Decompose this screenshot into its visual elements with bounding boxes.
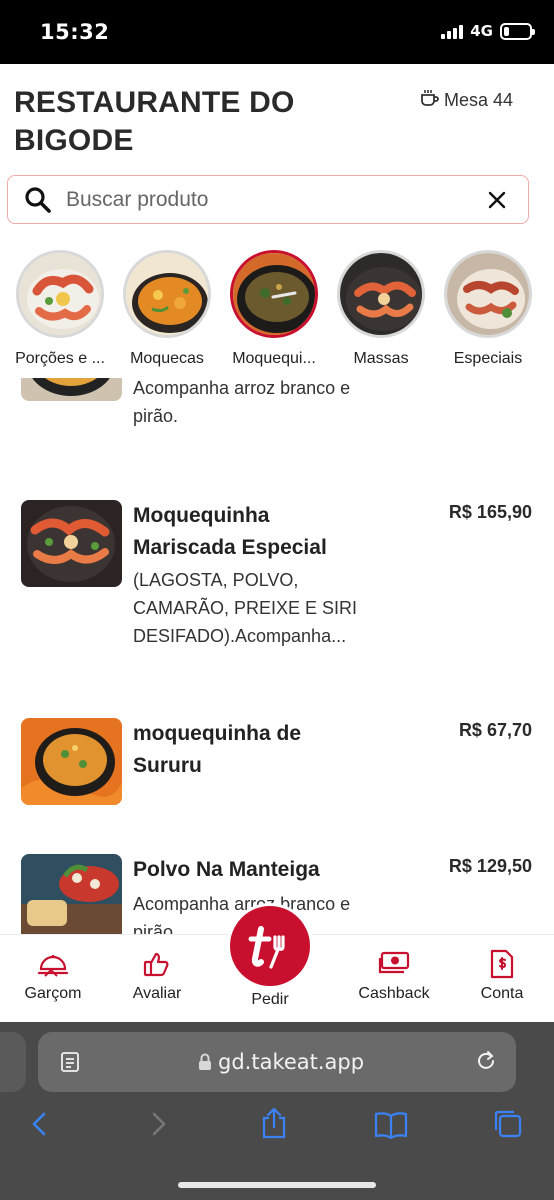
status-time: 15:32 xyxy=(40,20,110,44)
category-moquequinhas[interactable]: Moquequi... xyxy=(220,248,328,368)
nav-cashback-label: Cashback xyxy=(358,985,430,1002)
lock-icon xyxy=(199,1053,211,1070)
address-bar[interactable]: gd.takeat.app xyxy=(38,1032,516,1092)
cashback-icon xyxy=(378,951,410,974)
status-indicators: 4G xyxy=(441,22,535,40)
nav-garcom-label: Garçom xyxy=(24,985,82,1002)
category-image xyxy=(16,250,104,338)
product-description: Acompanha arroz branco e pirão. xyxy=(133,378,351,426)
category-label: Porções e ... xyxy=(15,350,105,367)
category-especiais[interactable]: Especiais xyxy=(434,248,542,368)
takeat-logo-icon xyxy=(227,903,313,989)
category-label: Moquecas xyxy=(130,350,204,367)
nav-avaliar-label: Avaliar xyxy=(132,985,182,1002)
back-icon[interactable] xyxy=(28,1110,52,1138)
nav-conta-label: Conta xyxy=(480,985,524,1002)
forward-icon[interactable] xyxy=(146,1110,170,1138)
share-icon[interactable] xyxy=(260,1106,288,1140)
network-type: 4G xyxy=(470,22,493,40)
search-icon xyxy=(25,186,51,213)
nav-garcom[interactable]: Garçom xyxy=(3,949,103,1003)
nav-conta[interactable]: Conta xyxy=(452,949,552,1003)
table-label: Mesa 44 xyxy=(444,90,514,110)
url-text: gd.takeat.app xyxy=(218,1050,365,1074)
category-label: Especiais xyxy=(453,350,523,367)
close-icon[interactable] xyxy=(486,189,508,211)
cup-icon xyxy=(420,87,440,115)
product-name: Polvo Na Manteiga xyxy=(133,858,320,881)
nav-cashback[interactable]: Cashback xyxy=(344,949,444,1003)
nav-avaliar[interactable]: Avaliar xyxy=(107,949,207,1003)
category-moquecas[interactable]: Moquecas xyxy=(113,248,221,368)
category-label: Massas xyxy=(353,350,409,367)
table-info: Mesa 44 xyxy=(420,86,530,115)
category-image xyxy=(230,250,318,338)
reload-icon[interactable] xyxy=(474,1049,498,1073)
product-name: Moquequinha Mariscada Especial xyxy=(133,504,327,559)
pedir-label: Pedir xyxy=(251,991,289,1008)
reader-icon[interactable] xyxy=(60,1051,82,1073)
product-list: Acompanha arroz branco e pirão. Moquequi… xyxy=(0,378,554,934)
product-image xyxy=(21,854,122,934)
search-input[interactable] xyxy=(66,187,466,212)
category-label: Moquequi... xyxy=(232,350,316,367)
tabs-icon[interactable] xyxy=(492,1108,524,1140)
bottom-nav: Garçom Avaliar Pedir Cashback Conta xyxy=(0,903,554,1022)
previous-tab[interactable] xyxy=(0,1032,26,1092)
signal-icon xyxy=(441,23,464,39)
category-porcoes[interactable]: Porções e ... xyxy=(6,248,114,368)
category-image xyxy=(444,250,532,338)
category-carousel: Porções e ... Moquecas Moquequi... Massa… xyxy=(0,248,554,378)
waiter-icon xyxy=(37,955,69,977)
battery-icon xyxy=(500,22,535,40)
pedir-button[interactable]: Pedir xyxy=(227,903,313,1009)
category-image xyxy=(337,250,425,338)
product-price: R$ 165,90 xyxy=(448,502,532,522)
product-price: R$ 67,70 xyxy=(458,720,532,740)
thumbs-up-icon xyxy=(143,952,169,977)
category-image xyxy=(123,250,211,338)
category-massas[interactable]: Massas xyxy=(327,248,435,368)
home-indicator xyxy=(178,1182,376,1188)
product-image xyxy=(21,500,122,587)
restaurant-name: RESTAURANTE DO BIGODE xyxy=(14,86,295,157)
status-bar: 15:32 4G xyxy=(0,0,554,64)
product-name: moquequinha de Sururu xyxy=(133,722,301,777)
search-box[interactable] xyxy=(7,175,529,224)
product-price: R$ 129,50 xyxy=(448,856,532,876)
browser-toolbar: gd.takeat.app xyxy=(0,1022,554,1200)
header: RESTAURANTE DO BIGODE Mesa 44 xyxy=(0,64,554,174)
product-image xyxy=(21,378,122,401)
product-image xyxy=(21,718,122,805)
bill-icon xyxy=(490,949,514,979)
bookmarks-icon[interactable] xyxy=(373,1110,409,1140)
product-description: (LAGOSTA, POLVO, CAMARÃO, PREIXE E SIRI … xyxy=(133,570,358,646)
